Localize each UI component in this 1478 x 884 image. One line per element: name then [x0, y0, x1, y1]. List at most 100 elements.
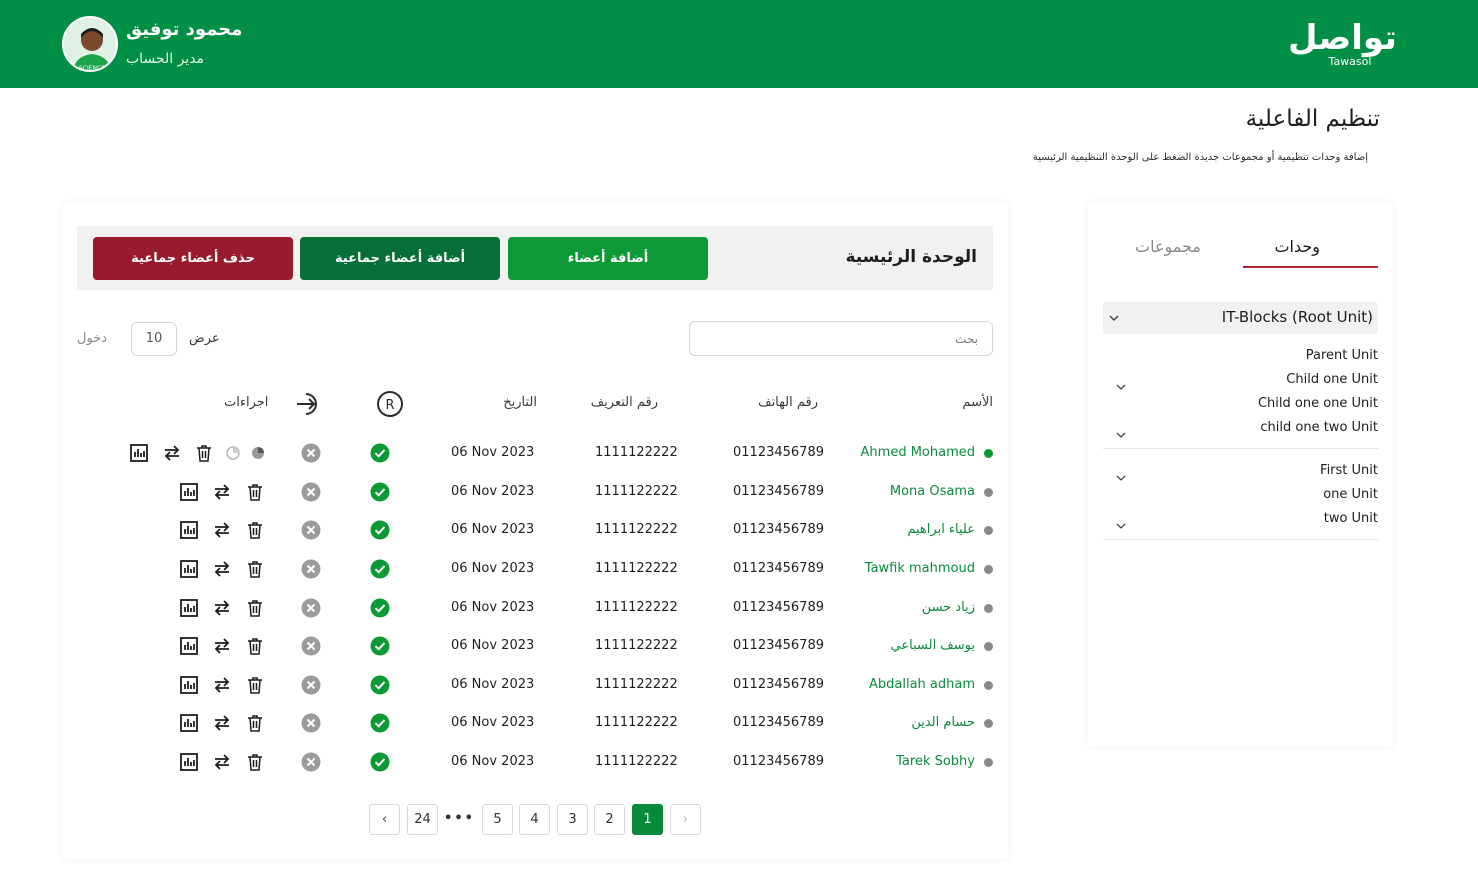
- member-name[interactable]: علياء ابراهيم: [907, 511, 975, 549]
- pie-chart-outline-icon[interactable]: [223, 443, 243, 463]
- entries-label: دخول: [77, 331, 107, 346]
- pagination-next-button[interactable]: ›: [670, 804, 701, 835]
- tree-item[interactable]: one Unit: [1323, 487, 1378, 502]
- x-circle-icon[interactable]: [301, 559, 321, 579]
- member-id: 1111122222: [595, 638, 678, 653]
- report-icon[interactable]: [179, 636, 199, 656]
- trash-icon[interactable]: [245, 482, 265, 502]
- trash-icon[interactable]: [245, 520, 265, 540]
- member-name[interactable]: Ahmed Mohamed: [861, 434, 975, 472]
- pagination-page-3[interactable]: 3: [557, 804, 588, 835]
- transfer-icon[interactable]: [212, 752, 232, 772]
- pagination-ellipsis: •••: [444, 804, 475, 835]
- pie-chart-icon[interactable]: [248, 443, 268, 463]
- member-name[interactable]: Mona Osama: [890, 473, 975, 511]
- x-circle-icon[interactable]: [301, 598, 321, 618]
- x-circle-icon[interactable]: [301, 482, 321, 502]
- check-circle-icon: [370, 559, 390, 579]
- tree-item[interactable]: Parent Unit: [1306, 348, 1378, 363]
- table-row[interactable]: زياد حسن 01123456789 1111122222 06 Nov 2023: [62, 589, 1008, 627]
- column-header-id[interactable]: رقم التعريف: [591, 395, 658, 410]
- pagination-page-5[interactable]: 5: [482, 804, 513, 835]
- trash-icon[interactable]: [245, 636, 265, 656]
- unit-title: الوحدة الرئيسية: [845, 247, 977, 267]
- member-name[interactable]: حسام الدين: [911, 704, 975, 742]
- status-dot: [984, 604, 993, 613]
- member-phone: 01123456789: [733, 677, 824, 692]
- column-header-name[interactable]: الأسم: [962, 395, 993, 410]
- pagination-page-1[interactable]: 1: [632, 804, 663, 835]
- tab-units[interactable]: وحدات: [1274, 237, 1320, 256]
- chevron-down-icon[interactable]: [1116, 377, 1126, 390]
- transfer-icon[interactable]: [212, 559, 232, 579]
- report-icon[interactable]: [179, 559, 199, 579]
- x-circle-icon[interactable]: [301, 520, 321, 540]
- tree-item[interactable]: Child one one Unit: [1258, 396, 1378, 411]
- trash-icon[interactable]: [245, 752, 265, 772]
- chevron-down-icon[interactable]: [1109, 313, 1119, 323]
- column-header-date[interactable]: التاريخ: [503, 395, 537, 410]
- trash-icon[interactable]: [245, 598, 265, 618]
- table-row[interactable]: Tawfik mahmoud 01123456789 1111122222 06 No…: [62, 550, 1008, 588]
- search-input[interactable]: [689, 321, 993, 356]
- pagination-page-2[interactable]: 2: [594, 804, 625, 835]
- report-icon[interactable]: [179, 713, 199, 733]
- pagination-page-4[interactable]: 4: [519, 804, 550, 835]
- user-role: مدير الحساب: [126, 51, 205, 67]
- transfer-icon[interactable]: [162, 443, 182, 463]
- bulk-delete-members-button[interactable]: حذف أعضاء جماعية: [93, 237, 293, 280]
- tawasol-logo[interactable]: تواصل Tawasol: [1288, 18, 1396, 72]
- tree-item[interactable]: Child one Unit: [1286, 372, 1378, 387]
- transfer-icon[interactable]: [212, 675, 232, 695]
- member-name[interactable]: زياد حسن: [922, 589, 975, 627]
- root-unit-row[interactable]: IT-Blocks (Root Unit): [1103, 302, 1378, 334]
- page-size-select[interactable]: 10: [131, 322, 177, 356]
- transfer-icon[interactable]: [212, 520, 232, 540]
- trash-icon[interactable]: [194, 443, 214, 463]
- x-circle-icon[interactable]: [301, 713, 321, 733]
- add-members-button[interactable]: أضافة أعضاء: [508, 237, 708, 280]
- tab-groups[interactable]: مجموعات: [1135, 237, 1201, 256]
- member-name[interactable]: يوسف السباعي: [891, 627, 975, 665]
- table-row[interactable]: Ahmed Mohamed 01123456789 1111122222 06 Nov…: [62, 434, 1008, 472]
- x-circle-icon[interactable]: [301, 636, 321, 656]
- table-row[interactable]: Mona Osama 01123456789 1111122222 06 Nov 20…: [62, 473, 1008, 511]
- user-profile[interactable]: SCIENCE محمود توفيق مدير الحساب: [62, 15, 302, 73]
- chevron-down-icon[interactable]: [1116, 468, 1126, 481]
- report-icon[interactable]: [179, 520, 199, 540]
- table-row[interactable]: علياء ابراهيم 01123456789 1111122222 06 Nov…: [62, 511, 1008, 549]
- trash-icon[interactable]: [245, 713, 265, 733]
- report-icon[interactable]: [179, 675, 199, 695]
- transfer-icon[interactable]: [212, 713, 232, 733]
- table-row[interactable]: Abdallah adham 01123456789 1111122222 06 No…: [62, 666, 1008, 704]
- x-circle-icon[interactable]: [301, 443, 321, 463]
- member-name[interactable]: Tarek Sobhy: [896, 743, 975, 781]
- table-row[interactable]: حسام الدين 01123456789 1111122222 06 Nov 20…: [62, 704, 1008, 742]
- chevron-down-icon[interactable]: [1116, 425, 1126, 438]
- trash-icon[interactable]: [245, 559, 265, 579]
- transfer-icon[interactable]: [212, 482, 232, 502]
- report-icon[interactable]: [179, 752, 199, 772]
- report-icon[interactable]: [179, 482, 199, 502]
- chevron-down-icon[interactable]: [1116, 516, 1126, 529]
- report-icon[interactable]: [129, 443, 149, 463]
- avatar[interactable]: SCIENCE: [62, 16, 118, 72]
- column-header-phone[interactable]: رقم الهاتف: [758, 395, 818, 410]
- member-name[interactable]: Abdallah adham: [869, 666, 975, 704]
- bulk-add-members-button[interactable]: أضافة أعضاء جماعية: [300, 237, 500, 280]
- transfer-icon[interactable]: [212, 636, 232, 656]
- member-name[interactable]: Tawfik mahmoud: [865, 550, 975, 588]
- report-icon[interactable]: [179, 598, 199, 618]
- table-row[interactable]: يوسف السباعي 01123456789 1111122222 06 Nov …: [62, 627, 1008, 665]
- tree-item[interactable]: First Unit: [1320, 463, 1378, 478]
- root-unit-label: IT-Blocks (Root Unit): [1221, 308, 1373, 326]
- transfer-icon[interactable]: [212, 598, 232, 618]
- tree-item[interactable]: child one two Unit: [1260, 420, 1378, 435]
- x-circle-icon[interactable]: [301, 675, 321, 695]
- tree-item[interactable]: two Unit: [1324, 511, 1378, 526]
- pagination-page-last[interactable]: 24: [407, 804, 438, 835]
- x-circle-icon[interactable]: [301, 752, 321, 772]
- pagination-prev-button[interactable]: ‹: [369, 804, 400, 835]
- table-row[interactable]: Tarek Sobhy 01123456789 1111122222 06 Nov 2…: [62, 743, 1008, 781]
- trash-icon[interactable]: [245, 675, 265, 695]
